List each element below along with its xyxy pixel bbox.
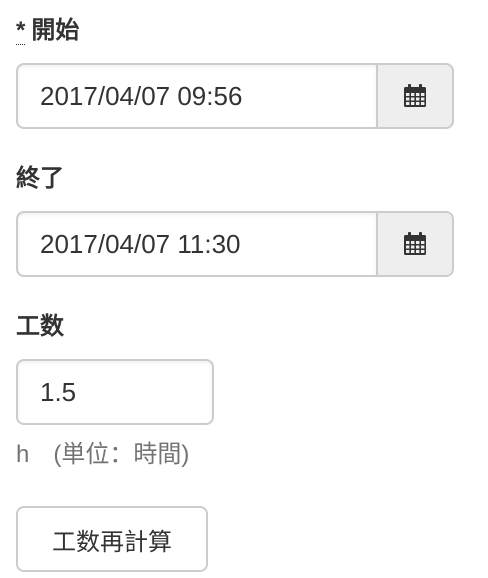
start-datetime-input[interactable]: 2017/04/07 09:56 xyxy=(16,63,376,129)
effort-label: 工数 xyxy=(16,313,64,340)
recalculate-effort-button[interactable]: 工数再計算 xyxy=(16,506,208,572)
end-calendar-button[interactable] xyxy=(376,211,454,277)
end-label: 終了 xyxy=(16,165,64,192)
required-mark: * xyxy=(16,17,26,45)
start-datetime-group: 2017/04/07 09:56 xyxy=(16,63,454,129)
start-label: * 開始 xyxy=(16,16,79,46)
calendar-icon xyxy=(404,84,426,107)
effort-input[interactable]: 1.5 xyxy=(16,359,214,425)
effort-unit-help: h (単位：時間) xyxy=(16,441,190,468)
calendar-icon xyxy=(404,232,426,255)
start-label-text: 開始 xyxy=(31,17,80,44)
end-datetime-group: 2017/04/07 11:30 xyxy=(16,211,454,277)
end-datetime-input[interactable]: 2017/04/07 11:30 xyxy=(16,211,376,277)
start-calendar-button[interactable] xyxy=(376,63,454,129)
